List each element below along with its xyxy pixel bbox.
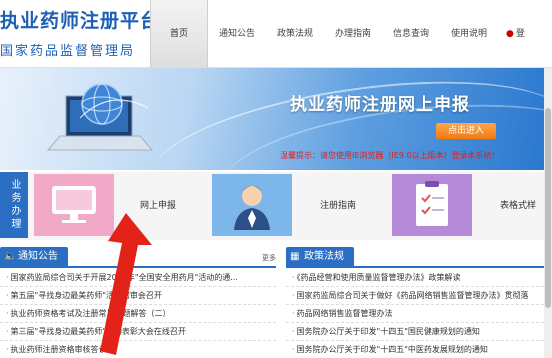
notices-title: 通知公告 bbox=[18, 251, 58, 262]
service-label: 网上申报 bbox=[140, 201, 177, 211]
divider bbox=[0, 266, 276, 268]
list-item[interactable]: 国务院办公厅关于印发"十四五"中医药发展规划的通知 bbox=[286, 341, 544, 358]
list-item[interactable]: 第五届"寻找身边最美药师"活动初审会召开 bbox=[0, 287, 276, 305]
speaker-icon: 🔈 bbox=[4, 251, 17, 262]
hero-banner: 执业药师注册网上申报 点击进入 温馨提示：请您使用IE浏览器（IE9.0以上版本… bbox=[0, 68, 544, 170]
enter-button[interactable]: 点击进入 bbox=[436, 123, 496, 139]
login-icon: ● bbox=[506, 29, 514, 39]
service-panel: 业务办理 网上申报 注册指南 表格式样 bbox=[0, 172, 544, 240]
policies-list: 《药品经营和使用质量监督管理办法》政策解读 国家药监局综合司关于做好《药品网络销… bbox=[286, 269, 544, 358]
divider bbox=[286, 266, 544, 268]
service-label: 表格式样 bbox=[500, 201, 537, 211]
site-logo[interactable]: 执业药师注册平台 国家药品监督管理局 bbox=[0, 6, 159, 62]
user-icon bbox=[212, 174, 292, 236]
notices-header: 🔈 通知公告 更多 bbox=[0, 247, 276, 268]
nav-login-label: 登 bbox=[515, 29, 525, 39]
notices-list: 国家药监局综合司关于开展2023年"全国安全用药月"活动的通... 第五届"寻找… bbox=[0, 269, 276, 358]
list-item[interactable]: 执业药师资格考试及注册常见问题解答（二） bbox=[0, 305, 276, 323]
list-item[interactable]: 药品网络销售监督管理办法 bbox=[286, 305, 544, 323]
logo-title: 执业药师注册平台 bbox=[0, 10, 161, 32]
service-label: 注册指南 bbox=[320, 201, 357, 211]
nav-policies[interactable]: 政策法规 bbox=[266, 0, 324, 68]
nav-guide[interactable]: 办理指南 bbox=[324, 0, 382, 68]
banner-notice: 温馨提示：请您使用IE浏览器（IE9.0以上版本）登录本系统！ bbox=[280, 151, 500, 160]
banner-title: 执业药师注册网上申报 bbox=[290, 95, 470, 115]
laptop-globe-illustration bbox=[46, 83, 154, 151]
scrollbar-thumb[interactable] bbox=[545, 108, 551, 308]
policies-header: ▦ 政策法规 bbox=[286, 247, 544, 268]
list-item[interactable]: 国务院办公厅关于印发"十四五"国民健康规划的通知 bbox=[286, 323, 544, 341]
nav-query[interactable]: 信息查询 bbox=[382, 0, 440, 68]
list-item[interactable]: 国家药监局综合司关于开展2023年"全国安全用药月"活动的通... bbox=[0, 269, 276, 287]
service-online-apply[interactable]: 网上申报 bbox=[34, 174, 204, 236]
service-registration-guide[interactable]: 注册指南 bbox=[212, 174, 384, 236]
policies-title: 政策法规 bbox=[304, 251, 344, 262]
nav-notices[interactable]: 通知公告 bbox=[208, 0, 266, 68]
policies-tab[interactable]: ▦ 政策法规 bbox=[286, 247, 354, 267]
clipboard-icon bbox=[392, 174, 472, 236]
notices-tab[interactable]: 🔈 通知公告 bbox=[0, 247, 68, 267]
list-item[interactable]: 国家药监局综合司关于做好《药品网络销售监督管理办法》贯彻落 bbox=[286, 287, 544, 305]
more-link[interactable]: 更多 bbox=[262, 253, 276, 263]
list-item[interactable]: 执业药师注册资格审核答读 bbox=[0, 341, 276, 358]
monitor-icon bbox=[34, 174, 114, 236]
main-nav: 首页 通知公告 政策法规 办理指南 信息查询 使用说明 ● 登 bbox=[150, 0, 538, 68]
page-scrollbar[interactable] bbox=[544, 68, 552, 358]
document-icon: ▦ bbox=[290, 251, 300, 262]
service-side-label: 业务办理 bbox=[0, 172, 28, 238]
nav-instructions[interactable]: 使用说明 bbox=[440, 0, 498, 68]
nav-home[interactable]: 首页 bbox=[150, 0, 208, 68]
list-item[interactable]: 第三届"寻找身边最美药师"活动表彰大会在线召开 bbox=[0, 323, 276, 341]
service-form-templates[interactable]: 表格式样 bbox=[392, 174, 542, 236]
site-header: 执业药师注册平台 国家药品监督管理局 首页 通知公告 政策法规 办理指南 信息查… bbox=[0, 0, 552, 68]
list-item[interactable]: 《药品经营和使用质量监督管理办法》政策解读 bbox=[286, 269, 544, 287]
nav-login[interactable]: ● 登 bbox=[498, 0, 538, 68]
logo-subtitle: 国家药品监督管理局 bbox=[0, 44, 136, 59]
